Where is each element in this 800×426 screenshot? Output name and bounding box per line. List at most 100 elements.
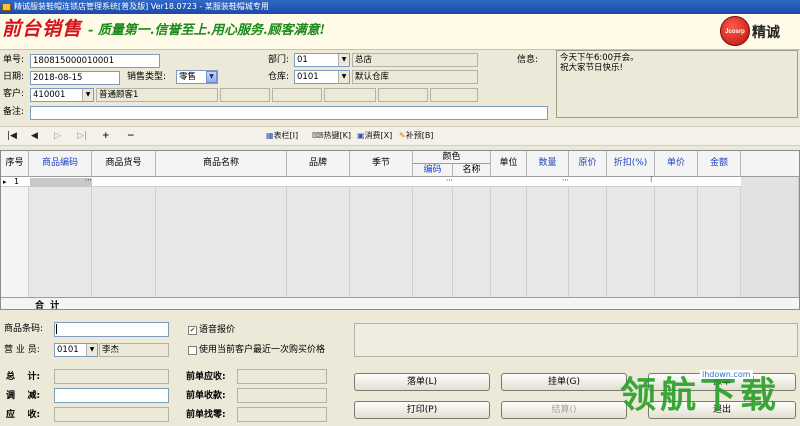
text-caret (56, 324, 57, 334)
info-message-text: 今天下午6:00开会。 祝大家节日快乐! (560, 53, 639, 73)
warehouse-label: 仓库: (268, 72, 290, 82)
sale-type-select[interactable]: 零售 ▼ (176, 70, 218, 84)
barcode-label: 商品条码: (4, 324, 44, 334)
window-title: 精诚服装鞋帽连锁店管理系统[普及版] Ver18.0723 - 某服装鞋帽城专用 (14, 2, 269, 11)
warehouse-code-value: 0101 (297, 72, 319, 82)
slogan-sub: - 质量第一.信誉至上.用心服务.顾客满意! (88, 23, 326, 38)
first-record-icon[interactable]: |◀ (7, 126, 17, 146)
customer-extra-field-2 (272, 88, 322, 102)
prev-receivable-field (237, 369, 327, 384)
grid-col-bg (491, 177, 527, 297)
sale-type-label: 销售类型: (127, 72, 167, 82)
col-header-qty[interactable]: 数量 (527, 151, 569, 177)
next-record-icon[interactable]: ▷ (54, 126, 61, 146)
ellipsis-icon[interactable]: ⋯ (562, 176, 569, 184)
salesman-label: 营 业 员: (4, 345, 40, 355)
date-field[interactable]: 2018-08-15 (30, 71, 120, 85)
adjust-input[interactable] (54, 388, 169, 403)
col-header-orig-price[interactable]: 原价 (569, 151, 607, 177)
barcode-input[interactable] (54, 322, 169, 337)
dept-name-field: 总店 (352, 53, 478, 67)
order-no-field[interactable]: 180815000010001 (30, 54, 160, 68)
col-header-season[interactable]: 季节 (350, 151, 413, 177)
ellipsis-icon[interactable]: ⋯ (446, 176, 453, 184)
grid-total-row (1, 297, 799, 309)
points-button[interactable]: ✎补预[B] (399, 126, 433, 146)
table-row[interactable] (1, 177, 741, 187)
watermark-url: lhdown.com (700, 370, 753, 379)
settle-button[interactable]: 结算() (501, 401, 627, 419)
order-no-label: 单号: (3, 55, 25, 65)
warehouse-name-field: 默认仓库 (352, 70, 478, 84)
dept-code-value: 01 (297, 55, 308, 65)
sale-type-value: 零售 (179, 72, 197, 82)
col-header-price[interactable]: 单价 (655, 151, 698, 177)
prev-received-field (237, 388, 327, 403)
chevron-down-icon[interactable]: ▼ (338, 71, 349, 83)
prev-record-icon[interactable]: ◀ (31, 126, 38, 146)
spin-icon[interactable]: ⁝ (650, 175, 653, 184)
customer-extra-field-4 (378, 88, 428, 102)
suspend-order-button[interactable]: 挂单(G) (501, 373, 627, 391)
customer-code-value: 410001 (33, 90, 66, 100)
table-columns-label: 表栏[I] (273, 131, 299, 140)
grid-col-bg (569, 177, 607, 297)
add-row-icon[interactable]: + (102, 126, 110, 146)
date-label: 日期: (3, 72, 25, 82)
col-header-unit[interactable]: 单位 (491, 151, 527, 177)
chevron-down-icon[interactable]: ▼ (86, 344, 97, 356)
col-header-color-name[interactable]: 名称 (453, 164, 491, 177)
chevron-down-icon[interactable]: ▼ (338, 54, 349, 66)
info-message-box: 今天下午6:00开会。 祝大家节日快乐! (556, 50, 798, 118)
hotkey-label: 热键[K] (323, 131, 352, 140)
col-header-goods-no[interactable]: 商品货号 (92, 151, 156, 177)
grid-total-label: 合 计 (35, 301, 60, 310)
customer-name-field: 普通顾客1 (96, 88, 218, 102)
warehouse-code-select[interactable]: 0101 ▼ (294, 70, 350, 84)
col-header-seq[interactable]: 序号 (1, 151, 29, 177)
col-header-discount[interactable]: 折扣(%) (607, 151, 655, 177)
customer-extra-field-3 (324, 88, 376, 102)
voice-price-checkbox[interactable]: ✔ (188, 326, 197, 335)
goods-grid[interactable]: 序号 商品编码 商品货号 商品名称 品牌 季节 颜色 编码 名称 单位 数量 原… (0, 150, 800, 310)
salesman-code-value: 0101 (57, 345, 79, 355)
grid-col-bg (1, 177, 29, 297)
total-field (54, 369, 169, 384)
chevron-down-icon[interactable]: ▼ (82, 89, 93, 101)
consume-button[interactable]: ▣消费[X] (357, 126, 392, 146)
voice-price-label: 语音报价 (199, 325, 236, 335)
col-header-goods-code[interactable]: 商品编码 (29, 151, 92, 177)
chevron-down-icon[interactable]: ▼ (206, 71, 217, 83)
remark-label: 备注: (3, 107, 25, 117)
table-columns-button[interactable]: ▦表栏[I] (266, 126, 298, 146)
hotkey-button[interactable]: ⌨热键[K] (312, 126, 351, 146)
row-indicator-icon: ▸ (3, 178, 7, 186)
grid-col-bg (92, 177, 156, 297)
salesman-code-select[interactable]: 0101 ▼ (54, 343, 98, 357)
hold-order-button[interactable]: 落单(L) (354, 373, 490, 391)
window-titlebar: 精诚服装鞋帽连锁店管理系统[普及版] Ver18.0723 - 某服装鞋帽城专用 (0, 0, 800, 14)
grid-col-bg (453, 177, 491, 297)
dept-code-select[interactable]: 01 ▼ (294, 53, 350, 67)
last-record-icon[interactable]: ▷| (77, 126, 87, 146)
goods-code-cell[interactable] (30, 178, 92, 187)
grid-col-bg (350, 177, 413, 297)
remove-row-icon[interactable]: − (127, 126, 135, 146)
col-header-brand[interactable]: 品牌 (287, 151, 350, 177)
last-price-checkbox[interactable] (188, 346, 197, 355)
keyboard-icon: ⌨ (312, 131, 324, 140)
consume-label: 消费[X] (364, 131, 393, 140)
grid-col-bg (698, 177, 741, 297)
remark-input[interactable] (30, 106, 548, 120)
col-header-color[interactable]: 颜色 (413, 151, 491, 164)
col-header-amount[interactable]: 金额 (698, 151, 741, 177)
customer-code-select[interactable]: 410001 ▼ (30, 88, 94, 102)
brand-logo-icon: Jcosrp (720, 16, 750, 46)
ellipsis-icon[interactable]: ⋯ (85, 176, 92, 184)
grid-col-bg (413, 177, 453, 297)
print-button[interactable]: 打印(P) (354, 401, 490, 419)
prev-change-field (237, 407, 327, 422)
adjust-label: 调 减: (6, 391, 41, 401)
col-header-goods-name[interactable]: 商品名称 (156, 151, 287, 177)
brand-logo-text: 精诚 (752, 25, 780, 41)
